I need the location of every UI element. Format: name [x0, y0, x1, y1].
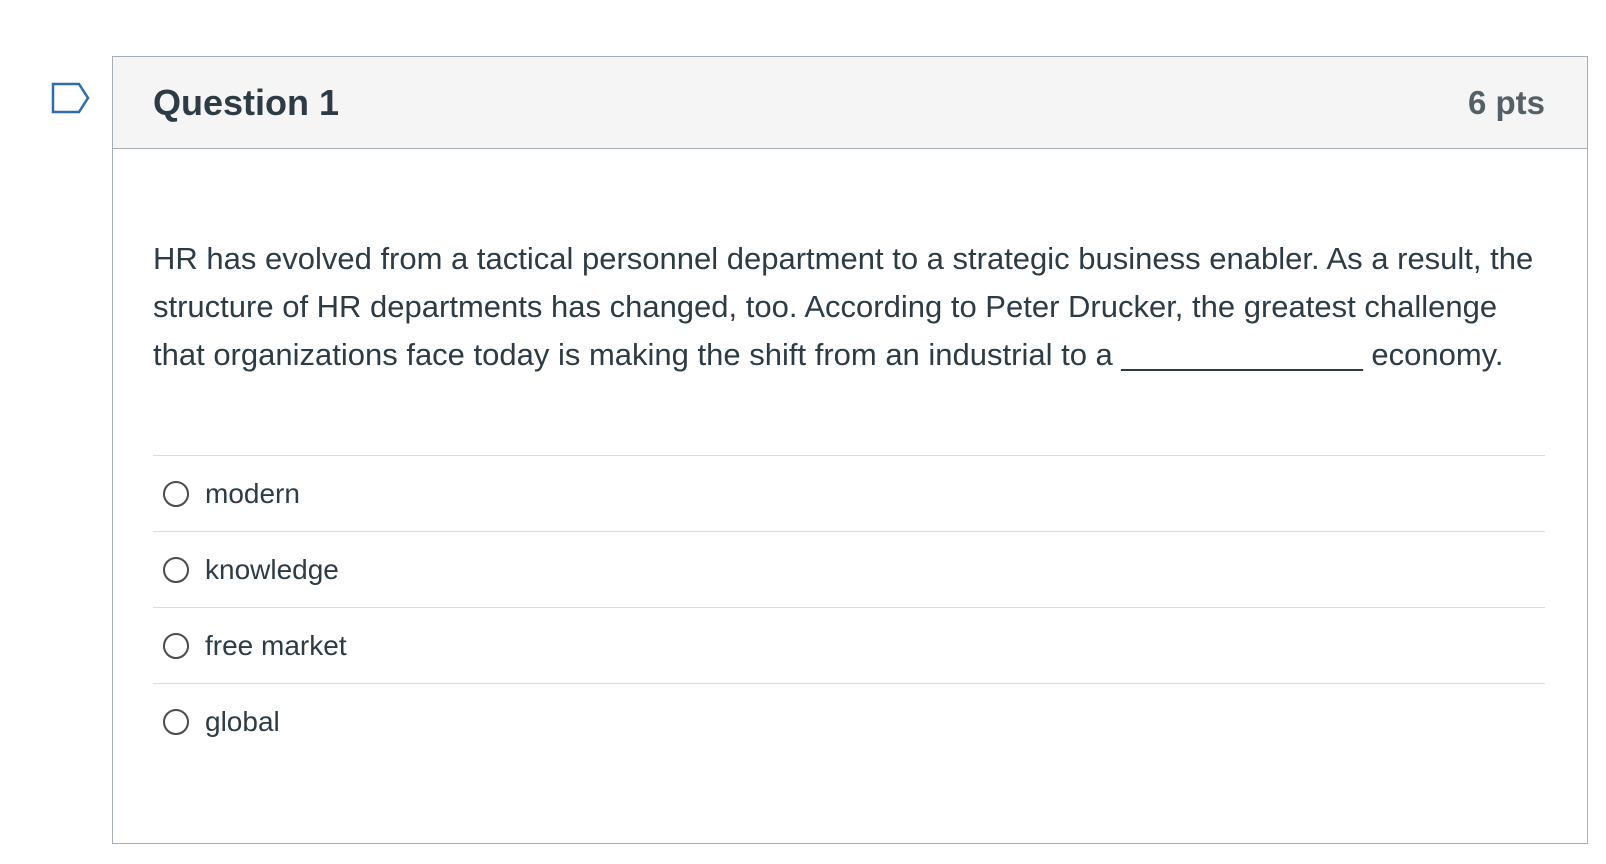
radio-button[interactable] [163, 480, 189, 507]
radio-button[interactable] [163, 632, 189, 659]
radio-button[interactable] [163, 709, 189, 735]
answer-option[interactable]: free market [153, 608, 1545, 684]
question-text: HR has evolved from a tactical personnel… [153, 241, 1534, 372]
answer-label: knowledge [205, 553, 339, 585]
quiz-page: Question 1 6 pts HR has evolved from a t… [0, 0, 1606, 864]
radio-button[interactable] [163, 556, 189, 583]
answer-label: free market [205, 629, 347, 661]
question-title: Question 1 [153, 81, 340, 123]
question-body: HR has evolved from a tactical personnel… [113, 235, 1587, 760]
question-card: Question 1 6 pts HR has evolved from a t… [112, 56, 1588, 844]
question-points: 6 pts [1467, 83, 1545, 121]
answer-option[interactable]: knowledge [153, 532, 1545, 608]
answer-option[interactable]: modern [153, 456, 1545, 532]
answer-list: modern knowledge free market global [153, 455, 1545, 760]
flag-question-icon[interactable] [50, 80, 92, 116]
answer-option[interactable]: global [153, 684, 1545, 760]
flag-outline-icon [51, 82, 90, 114]
answer-label: modern [205, 477, 300, 509]
answer-label: global [205, 706, 280, 737]
question-header: Question 1 6 pts [113, 57, 1587, 149]
